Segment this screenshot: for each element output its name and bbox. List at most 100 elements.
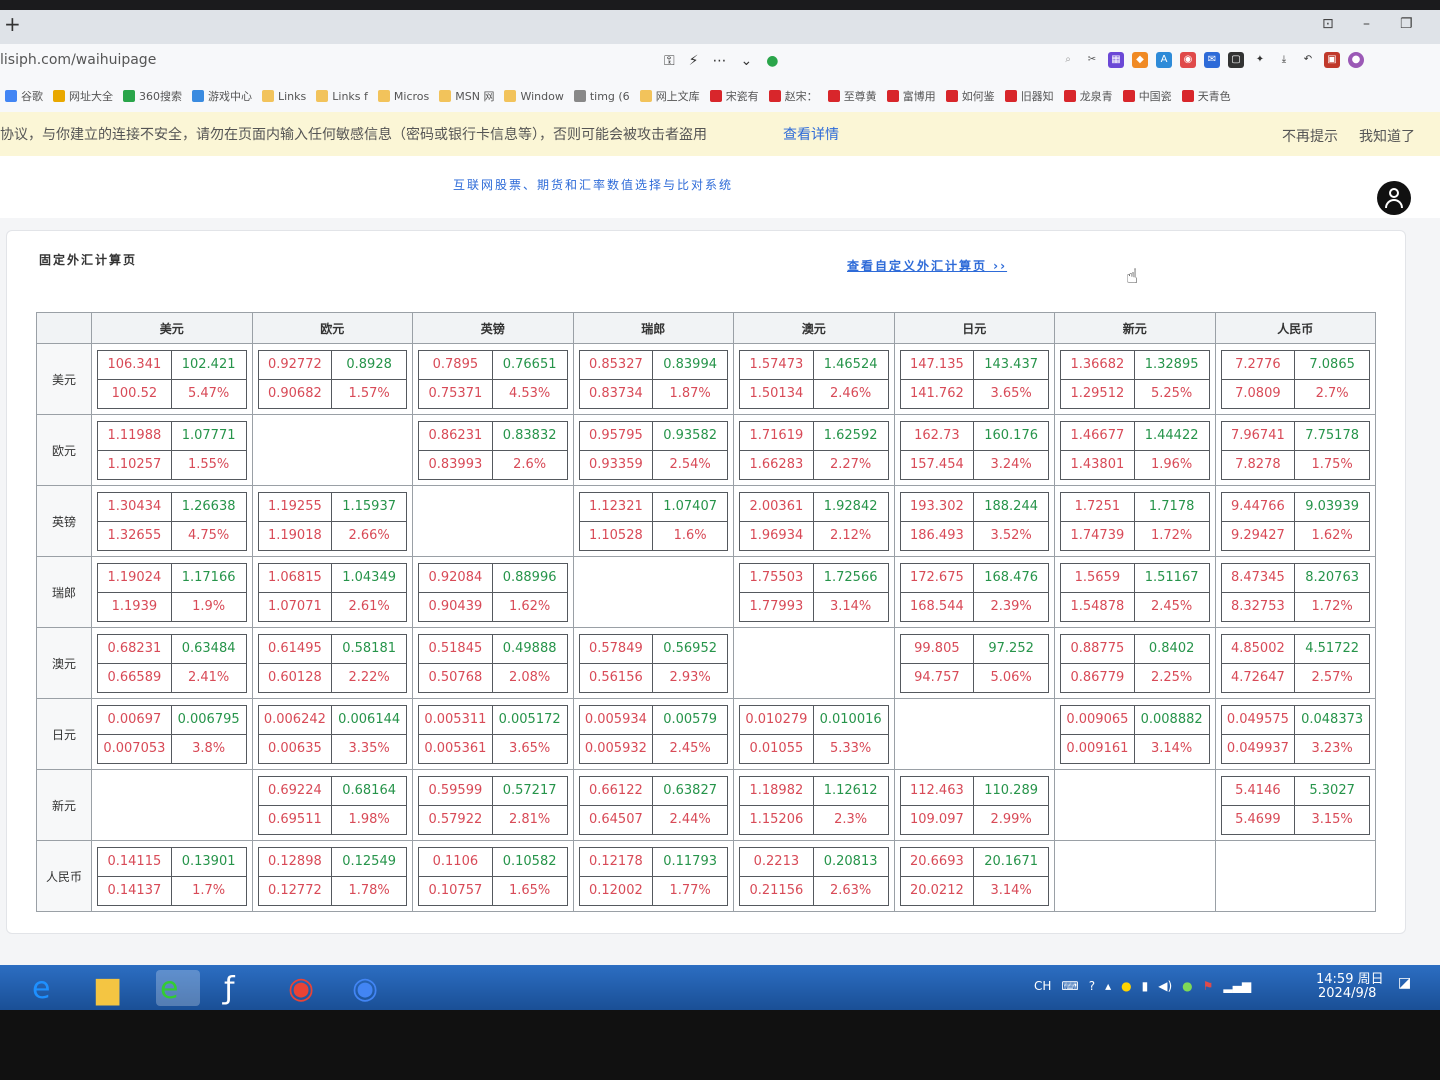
rate-quad[interactable]: 1.5659 1.51167 1.54878 2.45% — [1060, 562, 1210, 622]
rate-quad[interactable]: 1.36682 1.32895 1.29512 5.25% — [1060, 349, 1210, 409]
rate-quad[interactable]: 20.6693 20.1671 20.0212 3.14% — [899, 846, 1049, 906]
rate-quad[interactable]: 5.4146 5.3027 5.4699 3.15% — [1220, 775, 1370, 835]
rate-quad[interactable]: 112.463 110.289 109.097 2.99% — [899, 775, 1049, 835]
bag-icon[interactable]: ▣ — [1324, 52, 1340, 68]
rate-quad[interactable]: 0.1106 0.10582 0.10757 1.65% — [418, 846, 568, 906]
profile-icon[interactable]: ● — [1348, 52, 1364, 68]
rate-quad[interactable]: 0.009065 0.008882 0.009161 3.14% — [1060, 704, 1210, 764]
rate-quad[interactable]: 147.135 143.437 141.762 3.65% — [899, 349, 1049, 409]
bookmark-item[interactable]: 如何鉴 — [945, 80, 995, 112]
rate-quad[interactable]: 0.92084 0.88996 0.90439 1.62% — [418, 562, 568, 622]
rate-quad[interactable]: 162.73 160.176 157.454 3.24% — [899, 420, 1049, 480]
warning-details-link[interactable]: 查看详情 — [783, 124, 839, 144]
clock-time[interactable]: 14:59 周日 — [1316, 968, 1384, 987]
rate-quad[interactable]: 0.010279 0.010016 0.01055 5.33% — [739, 704, 889, 764]
flash-taskbar-button[interactable]: ƒ — [220, 970, 264, 1006]
rate-quad[interactable]: 4.85002 4.51722 4.72647 2.57% — [1220, 633, 1370, 693]
url-field[interactable]: lisiph.com/waihuipage — [0, 52, 156, 68]
rate-quad[interactable]: 0.12178 0.11793 0.12002 1.77% — [578, 846, 728, 906]
shirt-icon[interactable]: ⊡ — [1322, 16, 1334, 32]
rate-quad[interactable]: 0.68231 0.63484 0.66589 2.41% — [97, 633, 247, 693]
rate-quad[interactable]: 172.675 168.476 168.544 2.39% — [899, 562, 1049, 622]
flag-icon[interactable]: ⚑ — [1203, 979, 1214, 993]
rate-quad[interactable]: 0.95795 0.93582 0.93359 2.54% — [578, 420, 728, 480]
rate-quad[interactable]: 0.7895 0.76651 0.75371 4.53% — [418, 349, 568, 409]
scissors-icon[interactable]: ✂ — [1084, 52, 1100, 68]
rate-quad[interactable]: 1.06815 1.04349 1.07071 2.61% — [257, 562, 407, 622]
rate-quad[interactable]: 1.7251 1.7178 1.74739 1.72% — [1060, 491, 1210, 551]
rate-quad[interactable]: 0.006242 0.006144 0.00635 3.35% — [257, 704, 407, 764]
bookmark-item[interactable]: 至尊黄 — [827, 80, 877, 112]
rate-quad[interactable]: 1.75503 1.72566 1.77993 3.14% — [739, 562, 889, 622]
undo-icon[interactable]: ↶ — [1300, 52, 1316, 68]
bookmark-item[interactable]: Micros — [377, 80, 429, 112]
bookmark-item[interactable]: 龙泉青 — [1063, 80, 1113, 112]
tray-expand-icon[interactable]: ▴ — [1105, 979, 1111, 993]
rate-quad[interactable]: 0.92772 0.8928 0.90682 1.57% — [257, 349, 407, 409]
network-icon[interactable]: ▂▄▆ — [1223, 979, 1251, 993]
rate-quad[interactable]: 8.47345 8.20763 8.32753 1.72% — [1220, 562, 1370, 622]
bookmark-item[interactable]: Window — [504, 80, 564, 112]
chevron-down-icon[interactable]: ⌄ — [741, 53, 753, 69]
bookmark-item[interactable]: MSN 网 — [439, 80, 494, 112]
new-tab-button[interactable]: + — [4, 12, 21, 36]
rate-quad[interactable]: 1.30434 1.26638 1.32655 4.75% — [97, 491, 247, 551]
bookmark-item[interactable]: Links f — [316, 80, 368, 112]
minimize-button[interactable]: – — [1363, 16, 1370, 32]
help-icon[interactable]: ? — [1089, 979, 1095, 993]
rate-quad[interactable]: 1.18982 1.12612 1.15206 2.3% — [739, 775, 889, 835]
browser-e-taskbar-button[interactable]: e — [156, 970, 200, 1006]
app-tray-icon[interactable]: ● — [1121, 979, 1131, 993]
bookmark-item[interactable]: 谷歌 — [5, 80, 43, 112]
bookmark-item[interactable]: 富博用 — [886, 80, 936, 112]
download-icon[interactable]: ⤓ — [1276, 52, 1292, 68]
rate-quad[interactable]: 0.69224 0.68164 0.69511 1.98% — [257, 775, 407, 835]
folder-taskbar-button[interactable]: ▆ — [92, 970, 136, 1006]
rate-quad[interactable]: 1.19255 1.15937 1.19018 2.66% — [257, 491, 407, 551]
rate-quad[interactable]: 0.85327 0.83994 0.83734 1.87% — [578, 349, 728, 409]
rate-quad[interactable]: 1.19024 1.17166 1.1939 1.9% — [97, 562, 247, 622]
show-desktop-icon[interactable]: ◪ — [1398, 975, 1411, 991]
language-indicator[interactable]: CH — [1034, 979, 1051, 993]
rate-quad[interactable]: 1.46677 1.44422 1.43801 1.96% — [1060, 420, 1210, 480]
chrome-taskbar-button[interactable]: ◉ — [284, 970, 328, 1006]
rate-quad[interactable]: 193.302 188.244 186.493 3.52% — [899, 491, 1049, 551]
rate-quad[interactable]: 1.57473 1.46524 1.50134 2.46% — [739, 349, 889, 409]
rate-quad[interactable]: 106.341 102.421 100.52 5.47% — [97, 349, 247, 409]
dont-show-again-button[interactable]: 不再提示 — [1282, 126, 1338, 146]
window-icon[interactable]: ▢ — [1228, 52, 1244, 68]
bookmark-item[interactable]: 游戏中心 — [192, 80, 252, 112]
rate-quad[interactable]: 0.88775 0.8402 0.86779 2.25% — [1060, 633, 1210, 693]
custom-calculator-link[interactable]: 查看自定义外汇计算页 ›› — [847, 257, 1007, 274]
translate-icon[interactable]: A — [1156, 52, 1172, 68]
search-engine-icon[interactable]: ● — [766, 53, 778, 69]
bookmark-item[interactable]: 天青色 — [1181, 80, 1231, 112]
rate-quad[interactable]: 7.2776 7.0865 7.0809 2.7% — [1220, 349, 1370, 409]
security-icon[interactable]: ◉ — [1180, 52, 1196, 68]
bookmark-item[interactable]: 网址大全 — [53, 80, 113, 112]
rate-quad[interactable]: 0.86231 0.83832 0.83993 2.6% — [418, 420, 568, 480]
rate-quad[interactable]: 0.00697 0.006795 0.007053 3.8% — [97, 704, 247, 764]
search-icon[interactable]: ⌕ — [1060, 52, 1076, 68]
bookmark-item[interactable]: 旧器知 — [1004, 80, 1054, 112]
rate-quad[interactable]: 0.61495 0.58181 0.60128 2.22% — [257, 633, 407, 693]
user-avatar-icon[interactable] — [1377, 181, 1411, 215]
bookmark-item[interactable]: Links — [262, 80, 306, 112]
rate-quad[interactable]: 0.14115 0.13901 0.14137 1.7% — [97, 846, 247, 906]
rate-quad[interactable]: 0.005311 0.005172 0.005361 3.65% — [418, 704, 568, 764]
rate-quad[interactable]: 0.049575 0.048373 0.049937 3.23% — [1220, 704, 1370, 764]
got-it-button[interactable]: 我知道了 — [1359, 126, 1415, 146]
mail-icon[interactable]: ✉ — [1204, 52, 1220, 68]
rate-quad[interactable]: 0.005934 0.00579 0.005932 2.45% — [578, 704, 728, 764]
game-icon[interactable]: ◆ — [1132, 52, 1148, 68]
pin-icon[interactable]: ✦ — [1252, 52, 1268, 68]
rate-quad[interactable]: 0.51845 0.49888 0.50768 2.08% — [418, 633, 568, 693]
clock-date[interactable]: 2024/9/8 — [1318, 986, 1376, 1001]
rate-quad[interactable]: 2.00361 1.92842 1.96934 2.12% — [739, 491, 889, 551]
device-icon[interactable]: ▮ — [1142, 979, 1149, 993]
bookmark-item[interactable]: 中国瓷 — [1122, 80, 1172, 112]
rate-quad[interactable]: 7.96741 7.75178 7.8278 1.75% — [1220, 420, 1370, 480]
bookmark-item[interactable]: 360搜索 — [123, 80, 182, 112]
chrome-2-taskbar-button[interactable]: ◉ — [348, 970, 392, 1006]
rate-quad[interactable]: 0.57849 0.56952 0.56156 2.93% — [578, 633, 728, 693]
